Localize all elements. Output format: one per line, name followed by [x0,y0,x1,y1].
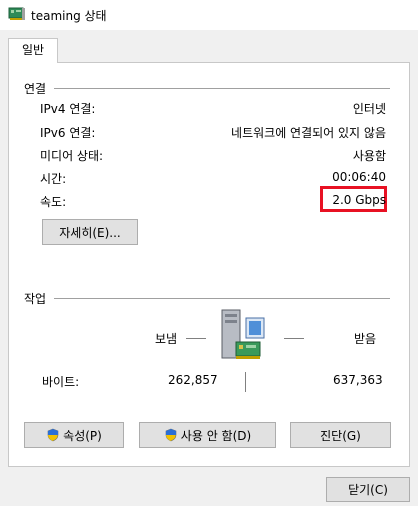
ipv6-value: 네트워크에 연결되어 있지 않음 [231,126,386,140]
sent-label: 보냄 [155,332,178,346]
bytes-label: 바이트: [42,375,80,389]
ipv4-label: IPv4 연결: [40,102,96,116]
speed-label: 속도: [40,195,67,209]
uac-shield-icon [165,428,177,442]
details-button[interactable]: 자세히(E)... [42,219,138,245]
media-state-value: 사용함 [352,149,386,163]
bytes-received-value: 637,363 [333,373,383,387]
tab-panel [8,62,410,467]
ipv4-value: 인터넷 [352,102,386,116]
speed-value: 2.0 Gbps [332,193,386,207]
title-bar: teaming 상태 [0,0,418,30]
status-dialog: teaming 상태 일반 연결 IPv4 연결: 인터넷 IPv6 연결: 네… [0,0,418,506]
tab-general[interactable]: 일반 [8,38,58,63]
properties-button-label: 속성(P) [63,428,102,443]
activity-group-divider [54,298,390,299]
duration-label: 시간: [40,172,67,186]
disable-button-label: 사용 안 함(D) [180,428,252,443]
sent-line [186,338,206,339]
connection-group-label: 연결 [24,82,47,96]
received-line [284,338,304,339]
diagnose-button[interactable]: 진단(G) [290,422,391,448]
close-button[interactable]: 닫기(C) [326,477,410,502]
bytes-sent-value: 262,857 [168,373,218,387]
network-adapter-icon [8,6,26,22]
computer-network-icon [216,306,270,366]
received-label: 받음 [354,332,377,346]
media-state-label: 미디어 상태: [40,149,104,163]
connection-group-divider [54,88,390,89]
disable-button[interactable]: 사용 안 함(D) [139,422,276,448]
activity-group-label: 작업 [24,292,47,306]
uac-shield-icon [47,428,59,442]
window-title: teaming 상태 [31,9,107,23]
properties-button[interactable]: 속성(P) [24,422,124,448]
duration-value: 00:06:40 [332,170,386,184]
ipv6-label: IPv6 연결: [40,126,96,140]
bytes-divider [245,372,246,392]
